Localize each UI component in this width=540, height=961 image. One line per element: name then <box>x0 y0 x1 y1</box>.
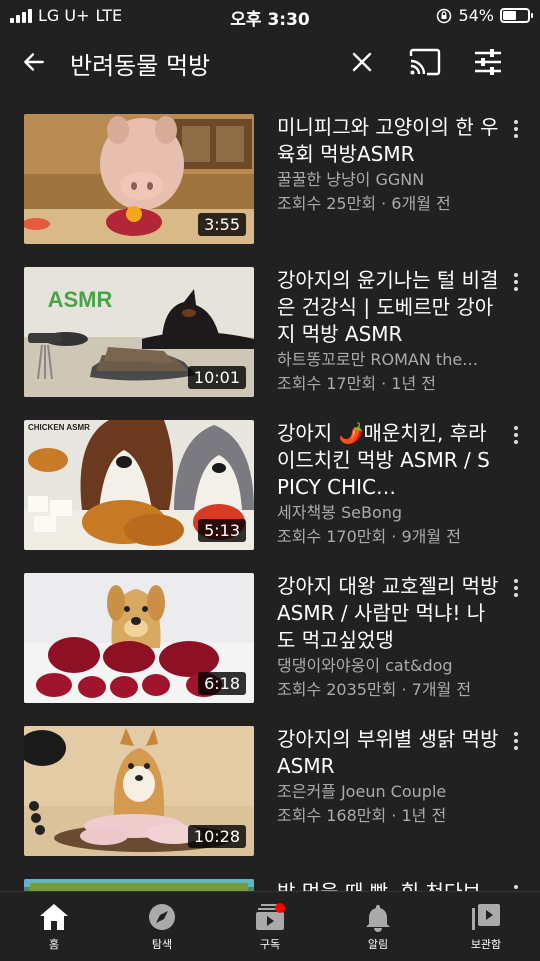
nav-notifications[interactable]: 알림 <box>324 892 432 961</box>
video-item[interactable]: 3:55 미니피그와 고양이의 한 우육회 먹방ASMR 꿀꿀한 냥냥이 GGN… <box>0 96 540 244</box>
video-title[interactable]: 강아지 대왕 교호젤리 먹방ASMR / 사람만 먹냐! 나도 먹고싶었댕 <box>277 573 499 654</box>
clear-search-button[interactable] <box>342 42 382 82</box>
video-item[interactable]: CHICKEN ASMR 5:13 강아지 🌶️매운치킨, 후라이드치킨 먹방 … <box>0 402 540 550</box>
video-duration: 10:01 <box>187 366 246 389</box>
home-icon <box>40 904 68 930</box>
orientation-lock-icon <box>437 8 452 23</box>
video-title[interactable]: 강아지의 부위별 생닭 먹방 ASMR <box>277 726 499 780</box>
battery-percent: 54% <box>458 6 494 25</box>
search-app-bar: 반려동물 먹방 <box>0 34 540 90</box>
subscriptions-icon <box>256 903 285 930</box>
nav-label-subscriptions: 구독 <box>259 938 281 951</box>
video-thumbnail[interactable] <box>24 879 254 891</box>
video-stats: 조회수 25만회 · 6개월 전 <box>277 194 451 213</box>
nav-label-home: 홈 <box>48 938 60 951</box>
notification-dot <box>275 903 285 913</box>
cast-icon <box>409 48 441 76</box>
status-bar: LG U+ LTE 오후 3:30 54% <box>0 0 540 34</box>
thumbnail-chicken-label: CHICKEN ASMR <box>28 423 90 432</box>
video-meta: 밥 먹을 때 빵, 힘 천다보 <box>277 879 499 891</box>
video-meta: 강아지의 윤기나는 털 비결은 건강식 | 도베르만 강아지 먹방 ASMR 하… <box>277 267 499 396</box>
battery-icon <box>500 8 533 23</box>
thumbnail-asmr-label: ASMR <box>48 287 113 312</box>
nav-subscriptions[interactable]: 구독 <box>216 892 324 961</box>
video-thumbnail[interactable]: 3:55 <box>24 114 254 244</box>
video-channel: 꿀꿀한 냥냥이 GGNN <box>277 170 425 189</box>
video-item[interactable]: ASMR 10:01 강아지의 윤기나는 털 비결은 건강식 | 도베르만 강아… <box>0 249 540 397</box>
video-duration: 3:55 <box>198 213 246 236</box>
video-title[interactable]: 강아지의 윤기나는 털 비결은 건강식 | 도베르만 강아지 먹방 ASMR <box>277 267 499 348</box>
explore-icon <box>149 904 175 930</box>
more-options-icon[interactable] <box>506 424 526 446</box>
more-options-icon[interactable] <box>506 577 526 599</box>
video-thumbnail[interactable]: ASMR 10:01 <box>24 267 254 397</box>
video-channel: 하트똥꼬로만 ROMAN the… <box>277 350 479 369</box>
video-channel: 세자책봉 SeBong <box>277 503 403 522</box>
video-thumbnail[interactable]: CHICKEN ASMR 5:13 <box>24 420 254 550</box>
back-button[interactable] <box>14 42 54 82</box>
status-right: 54% <box>436 6 533 25</box>
more-options-icon[interactable] <box>506 730 526 752</box>
video-stats: 조회수 17만회 · 1년 전 <box>277 374 437 393</box>
search-results-list[interactable]: 3:55 미니피그와 고양이의 한 우육회 먹방ASMR 꿀꿀한 냥냥이 GGN… <box>0 96 540 891</box>
bottom-navigation: 홈 탐색 구독 알림 보관함 <box>0 891 540 961</box>
video-channel: 조은커플 Joeun Couple <box>277 782 447 801</box>
video-meta: 강아지 대왕 교호젤리 먹방ASMR / 사람만 먹냐! 나도 먹고싶었댕 댕댕… <box>277 573 499 702</box>
video-stats: 조회수 2035만회 · 7개월 전 <box>277 680 472 699</box>
cast-button[interactable] <box>405 42 445 82</box>
video-stats: 조회수 168만회 · 1년 전 <box>277 806 447 825</box>
video-title[interactable]: 강아지 🌶️매운치킨, 후라이드치킨 먹방 ASMR / SPICY CHIC… <box>277 420 499 501</box>
thumbnail-image <box>24 879 254 891</box>
filter-icon <box>475 49 501 75</box>
video-meta: 강아지 🌶️매운치킨, 후라이드치킨 먹방 ASMR / SPICY CHIC…… <box>277 420 499 549</box>
video-title[interactable]: 밥 먹을 때 빵, 힘 천다보 <box>277 879 499 891</box>
video-title[interactable]: 미니피그와 고양이의 한 우육회 먹방ASMR <box>277 114 499 168</box>
library-icon <box>472 904 500 930</box>
more-options-icon[interactable] <box>506 883 526 891</box>
video-meta: 강아지의 부위별 생닭 먹방 ASMR 조은커플 Joeun Couple 조회… <box>277 726 499 828</box>
search-query[interactable]: 반려동물 먹방 <box>70 46 210 81</box>
more-options-icon[interactable] <box>506 118 526 140</box>
back-arrow-icon <box>24 53 44 71</box>
nav-library[interactable]: 보관함 <box>432 892 540 961</box>
bell-icon <box>366 905 390 932</box>
video-thumbnail[interactable]: 10:28 <box>24 726 254 856</box>
video-thumbnail[interactable]: 6:18 <box>24 573 254 703</box>
nav-label-library: 보관함 <box>470 938 502 951</box>
video-stats: 조회수 170만회 · 9개월 전 <box>277 527 461 546</box>
close-icon <box>352 52 372 72</box>
video-item[interactable]: 밥 먹을 때 빵, 힘 천다보 <box>0 861 540 891</box>
nav-label-notifications: 알림 <box>367 938 389 951</box>
nav-explore[interactable]: 탐색 <box>108 892 216 961</box>
video-meta: 미니피그와 고양이의 한 우육회 먹방ASMR 꿀꿀한 냥냥이 GGNN 조회수… <box>277 114 499 216</box>
nav-label-explore: 탐색 <box>151 938 173 951</box>
video-duration: 5:13 <box>198 519 246 542</box>
video-duration: 10:28 <box>187 825 246 848</box>
nav-home[interactable]: 홈 <box>0 892 108 961</box>
video-channel: 댕댕이와야옹이 cat&dog <box>277 656 453 675</box>
video-item[interactable]: 10:28 강아지의 부위별 생닭 먹방 ASMR 조은커플 Joeun Cou… <box>0 708 540 856</box>
filter-button[interactable] <box>468 42 508 82</box>
video-duration: 6:18 <box>198 672 246 695</box>
video-item[interactable]: 6:18 강아지 대왕 교호젤리 먹방ASMR / 사람만 먹냐! 나도 먹고싶… <box>0 555 540 703</box>
more-options-icon[interactable] <box>506 271 526 293</box>
